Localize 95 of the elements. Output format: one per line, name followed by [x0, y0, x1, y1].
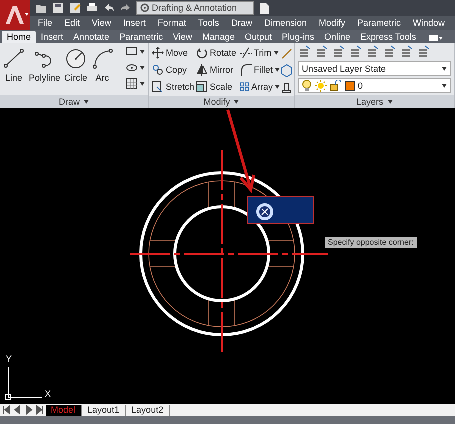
caret-icon: [442, 66, 447, 70]
modify-tool-button[interactable]: Mirror: [196, 63, 240, 77]
last-tab-icon[interactable]: [35, 405, 45, 415]
lightbulb-icon: [302, 80, 312, 92]
menu-item[interactable]: File: [38, 18, 53, 28]
save-icon[interactable]: [51, 1, 65, 15]
ellipse-icon: [126, 62, 138, 74]
ucs-icon: [6, 366, 42, 400]
layer-tool-icon[interactable]: [315, 45, 329, 59]
menu-item[interactable]: Parametric: [358, 18, 402, 28]
modify-tool-button[interactable]: Stretch: [152, 80, 196, 94]
layer-tool-icon[interactable]: [366, 45, 380, 59]
stretch-icon: [152, 81, 164, 93]
ribbon-tab[interactable]: Parametric: [114, 31, 168, 43]
ribbon-tab[interactable]: Annotate: [68, 31, 115, 43]
cursor-icon: [256, 204, 274, 220]
trim-icon: [240, 47, 252, 59]
layer-tool-icon[interactable]: [383, 45, 397, 59]
menu-item[interactable]: View: [92, 18, 112, 28]
save-as-icon[interactable]: [68, 1, 82, 15]
app-logo-icon[interactable]: [0, 0, 30, 30]
rectangle-icon: [126, 46, 138, 58]
layer-tool-icon[interactable]: [349, 45, 363, 59]
menu-item[interactable]: Format: [158, 18, 186, 28]
modify-tool-button[interactable]: Copy: [152, 63, 196, 77]
caret-icon: [275, 85, 280, 89]
ribbon-tab[interactable]: View: [168, 31, 198, 43]
circle-icon: [65, 48, 88, 70]
command-tooltip: Specify opposite corner:: [325, 237, 417, 248]
draw-dropdown[interactable]: [126, 77, 145, 91]
menu-item[interactable]: Insert: [123, 18, 146, 28]
caret-icon: [442, 84, 447, 88]
panel-title[interactable]: Modify: [149, 96, 294, 108]
modify-tool-button[interactable]: Trim: [240, 46, 280, 60]
array-icon: [240, 81, 250, 93]
ribbon-tab[interactable]: Online: [320, 31, 356, 43]
axis-label: X: [45, 389, 52, 399]
ribbon-tab[interactable]: Manage: [197, 31, 240, 43]
sun-icon: [315, 80, 327, 92]
line-icon: [3, 48, 25, 70]
gear-icon: [140, 3, 150, 13]
menu-item[interactable]: Modify: [318, 18, 346, 28]
padlock-icon: [330, 80, 342, 92]
caret-icon: [275, 68, 280, 72]
modify-tool-button[interactable]: Rotate: [196, 46, 240, 60]
panel-title[interactable]: Draw: [0, 95, 148, 108]
ribbon-tab[interactable]: Home: [2, 31, 36, 43]
layer-tool-icon[interactable]: [298, 45, 312, 59]
caret-icon: [140, 66, 145, 70]
caret-icon: [140, 50, 145, 54]
ribbon-tab[interactable]: Express Tools: [356, 31, 422, 43]
workspace-dropdown[interactable]: Drafting & Annotation: [136, 1, 254, 15]
prev-tab-icon[interactable]: [13, 405, 23, 415]
menu-item[interactable]: Tools: [198, 18, 220, 28]
mirror-icon: [196, 64, 208, 76]
axis-label: Y: [6, 354, 12, 364]
layer-tool-icon[interactable]: [332, 45, 346, 59]
draw-tool-button[interactable]: Arc: [92, 45, 114, 93]
first-tab-icon[interactable]: [2, 405, 12, 415]
copy-icon: [152, 64, 164, 76]
layer-tool-icon[interactable]: [400, 45, 414, 59]
layout-tab[interactable]: Model: [46, 404, 82, 416]
menu-item[interactable]: Draw: [231, 18, 252, 28]
next-tab-icon[interactable]: [24, 405, 34, 415]
video-icon[interactable]: [427, 33, 444, 43]
caret-icon: [234, 100, 240, 104]
layer-state-dropdown[interactable]: Unsaved Layer State: [298, 61, 451, 76]
modify-tool-button[interactable]: Scale: [196, 80, 240, 94]
draw-tool-button[interactable]: Line: [3, 45, 25, 93]
modify-tool-button[interactable]: Move: [152, 46, 196, 60]
menu-item[interactable]: Dimension: [264, 18, 307, 28]
rotate-icon: [196, 47, 208, 59]
hatch-icon: [126, 78, 138, 90]
ribbon-tab[interactable]: Plug-ins: [277, 31, 320, 43]
draw-tool-button[interactable]: Circle: [64, 45, 88, 93]
ribbon-tab[interactable]: Insert: [36, 31, 69, 43]
move-icon: [152, 47, 164, 59]
draw-tool-button[interactable]: Polyline: [29, 45, 61, 93]
menu-item[interactable]: Edit: [64, 18, 80, 28]
modify-tool-button[interactable]: Array: [240, 80, 280, 94]
scale-icon: [196, 81, 208, 93]
color-swatch-icon: [345, 80, 355, 90]
layer-tool-icon[interactable]: [417, 45, 431, 59]
pencil-icon: [280, 46, 294, 60]
caret-icon: [140, 82, 145, 86]
ribbon-tab[interactable]: Output: [240, 31, 277, 43]
panel-title[interactable]: Layers: [295, 95, 454, 108]
modify-tool-button[interactable]: Fillet: [240, 63, 280, 77]
layer-dropdown[interactable]: 0: [298, 78, 451, 93]
caret-icon: [388, 100, 392, 104]
caret-icon: [84, 100, 89, 104]
arc-icon: [92, 48, 114, 70]
menu-item[interactable]: Window: [413, 18, 446, 28]
fillet-icon: [240, 64, 252, 76]
caret-icon: [274, 51, 279, 55]
